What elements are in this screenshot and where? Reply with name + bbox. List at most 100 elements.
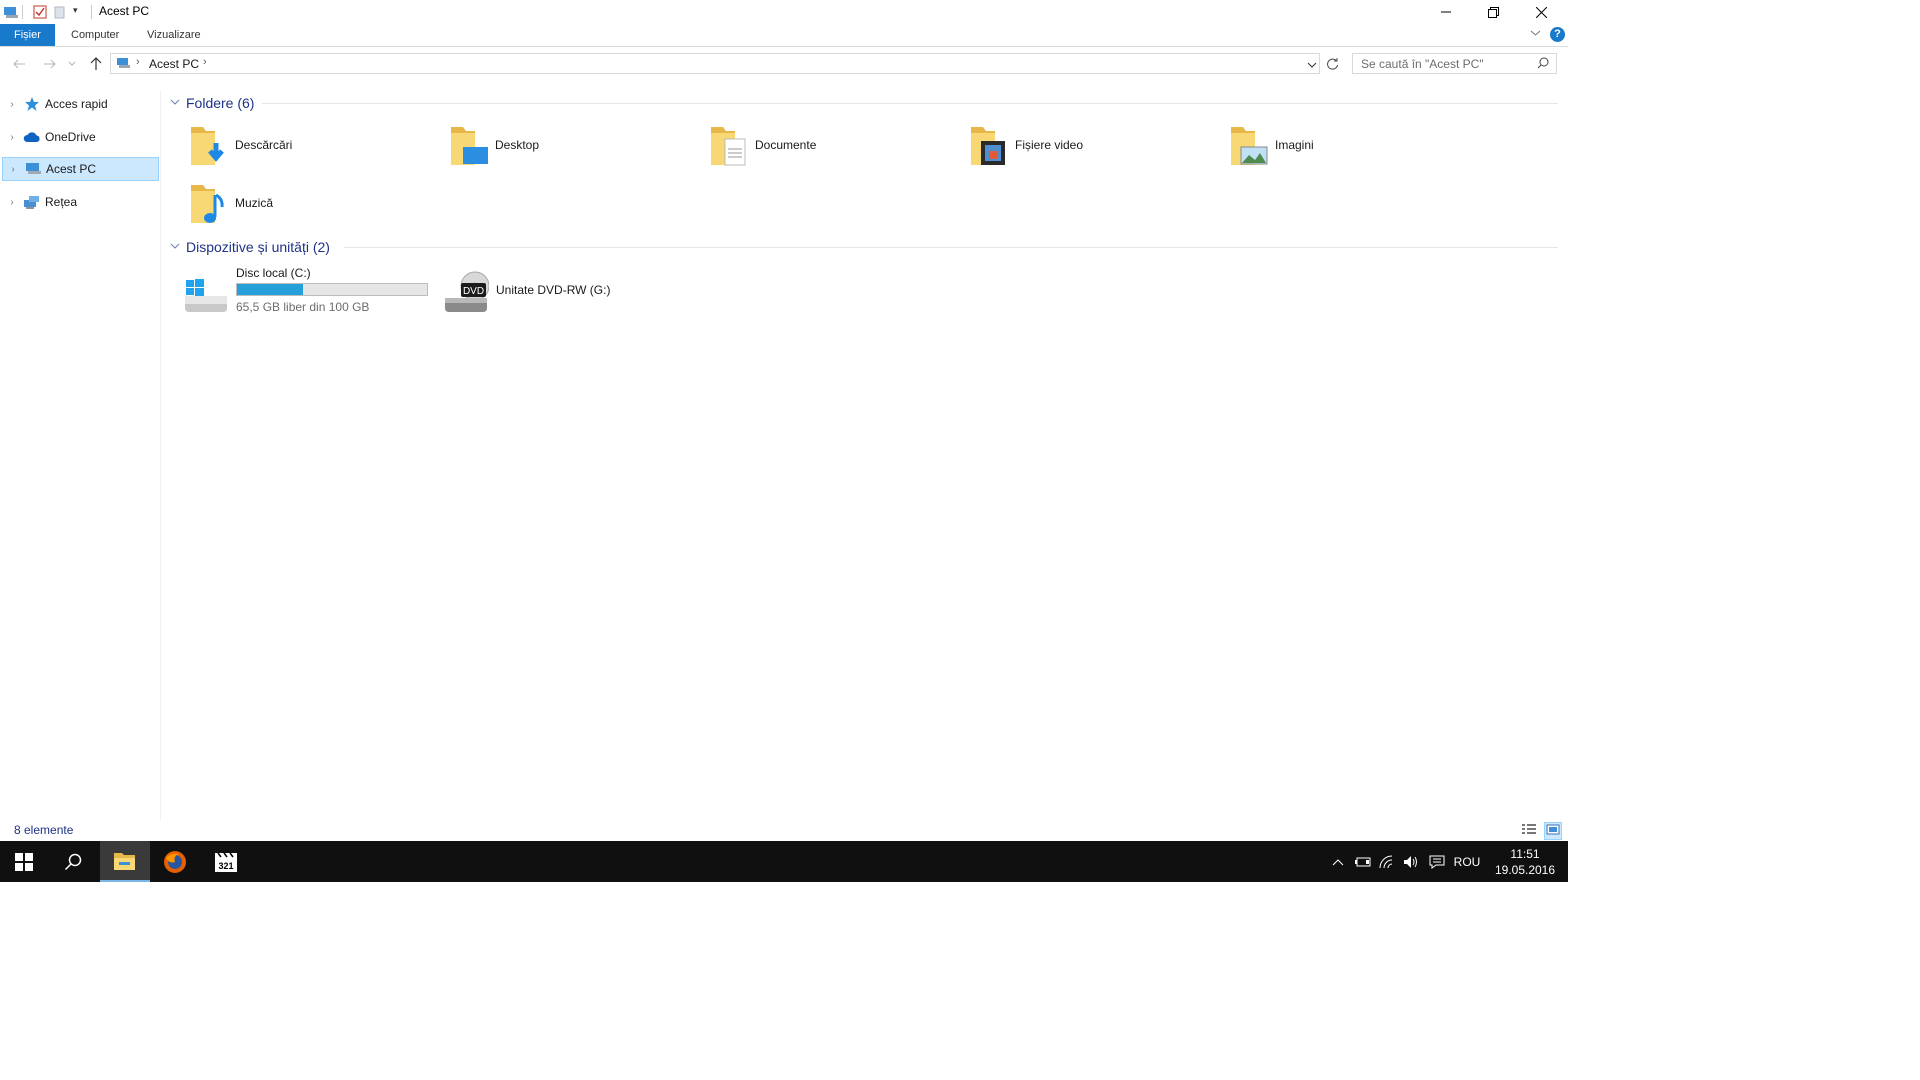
drive-details: Disc local (C:) 65,5 GB liber din 100 GB	[236, 266, 428, 314]
search-input[interactable]	[1359, 56, 1533, 72]
group-header-devices[interactable]: Dispozitive și unități (2)	[170, 237, 330, 257]
chevron-right-icon[interactable]: ›	[3, 164, 23, 175]
address-bar[interactable]: › Acest PC ›	[110, 53, 1320, 74]
drive-label: Unitate DVD-RW (G:)	[496, 283, 611, 297]
up-button[interactable]	[87, 55, 105, 73]
media-player-badge: 321	[218, 861, 233, 871]
forward-button[interactable]	[41, 55, 59, 73]
downloads-folder-icon	[189, 123, 229, 167]
network-icon	[22, 194, 42, 210]
action-center-tray-icon[interactable]	[1426, 841, 1448, 882]
recent-locations-button[interactable]	[66, 55, 78, 73]
large-icons-view-icon[interactable]	[1544, 822, 1562, 840]
pictures-folder-icon	[1229, 123, 1269, 167]
collapse-chevron-icon[interactable]	[170, 242, 184, 253]
clock-time: 11:51	[1510, 846, 1540, 861]
chevron-down-icon	[68, 61, 76, 66]
search-taskbar-button[interactable]	[49, 841, 97, 882]
minimize-button[interactable]	[1423, 0, 1469, 24]
folder-label: Fișiere video	[1015, 138, 1084, 152]
nav-item-label: Acces rapid	[45, 97, 108, 111]
show-hidden-icons-button[interactable]	[1328, 841, 1348, 882]
chevron-right-icon[interactable]: ›	[2, 99, 22, 110]
breadcrumb-separator-icon[interactable]: ›	[203, 56, 207, 68]
restore-icon	[1487, 6, 1499, 18]
search-icon	[64, 853, 82, 870]
chevron-right-icon[interactable]: ›	[2, 197, 22, 208]
windows-logo-icon	[15, 852, 33, 871]
customize-toolbar-chevron-icon[interactable]: ▾	[73, 5, 78, 19]
folder-tile-desktop[interactable]: Desktop	[449, 120, 699, 170]
nav-item-network[interactable]: › Rețea	[2, 190, 159, 214]
cloud-icon	[22, 129, 42, 145]
folder-label: Muzică	[235, 196, 274, 210]
taskbar: 321 ROU 11:51 19.05.2016	[0, 841, 1568, 882]
new-folder-quick-icon[interactable]	[54, 5, 66, 19]
folder-tile-music[interactable]: Muzică	[189, 178, 439, 228]
star-icon	[22, 96, 42, 112]
search-icon[interactable]	[1537, 57, 1549, 72]
nav-item-label: Rețea	[45, 195, 78, 209]
group-divider	[262, 103, 1558, 104]
chevron-right-icon[interactable]: ›	[2, 132, 22, 143]
close-button[interactable]	[1518, 0, 1564, 24]
media-player-taskbar-button[interactable]: 321	[202, 841, 250, 882]
drive-tile-dvd[interactable]: DVD Unitate DVD-RW (G:)	[443, 264, 693, 316]
close-icon	[1535, 6, 1547, 18]
tab-file[interactable]: Fișier	[0, 24, 55, 46]
tab-computer[interactable]: Computer	[57, 24, 133, 46]
properties-quick-icon[interactable]	[33, 5, 47, 19]
minimize-icon	[1441, 11, 1451, 13]
clock-date: 19.05.2016	[1494, 862, 1556, 877]
media-player-icon: 321	[215, 852, 237, 872]
file-explorer-icon	[114, 852, 135, 870]
folder-label: Desktop	[495, 138, 540, 152]
folder-tile-documents[interactable]: Documente	[709, 120, 959, 170]
drive-tile-c[interactable]: Disc local (C:) 65,5 GB liber din 100 GB	[183, 264, 433, 316]
folder-tile-pictures[interactable]: Imagini	[1229, 120, 1479, 170]
computer-small-icon	[116, 56, 132, 73]
drive-usage-bar	[236, 283, 428, 296]
up-arrow-icon	[90, 57, 102, 70]
expand-ribbon-chevron-icon[interactable]	[1530, 28, 1541, 40]
address-history-chevron-icon[interactable]	[1307, 58, 1317, 72]
tab-view[interactable]: Vizualizare	[133, 24, 215, 46]
search-box[interactable]	[1352, 53, 1557, 74]
refresh-button[interactable]	[1322, 53, 1342, 74]
collapse-chevron-icon[interactable]	[170, 98, 184, 109]
nav-item-this-pc[interactable]: › Acest PC	[2, 157, 159, 181]
music-folder-icon	[189, 181, 229, 225]
firefox-taskbar-button[interactable]	[151, 841, 199, 882]
volume-tray-icon[interactable]	[1400, 841, 1422, 882]
breadcrumb-this-pc[interactable]: Acest PC	[149, 57, 199, 71]
folder-tile-downloads[interactable]: Descărcări	[189, 120, 439, 170]
nav-item-label: OneDrive	[45, 130, 96, 144]
drive-usage-fill	[237, 284, 303, 295]
back-arrow-icon	[13, 59, 25, 69]
dvd-badge-text: DVD	[463, 286, 484, 297]
file-explorer-taskbar-button[interactable]	[100, 841, 150, 882]
navigation-pane: › Acces rapid › OneDrive › Acest PC › Re…	[0, 90, 161, 820]
nav-item-onedrive[interactable]: › OneDrive	[2, 125, 159, 149]
breadcrumb-separator-icon[interactable]: ›	[136, 56, 140, 68]
clock[interactable]: 11:51 19.05.2016	[1490, 841, 1560, 882]
forward-arrow-icon	[44, 59, 56, 69]
refresh-icon	[1326, 58, 1338, 70]
firefox-icon	[164, 850, 186, 873]
start-button[interactable]	[0, 841, 48, 882]
documents-folder-icon	[709, 123, 749, 167]
folder-label: Descărcări	[235, 138, 293, 152]
group-title: Foldere (6)	[186, 95, 255, 111]
battery-tray-icon[interactable]	[1352, 841, 1372, 882]
group-header-folders[interactable]: Foldere (6)	[170, 93, 254, 113]
details-view-icon[interactable]	[1521, 823, 1537, 839]
nav-item-quick-access[interactable]: › Acces rapid	[2, 92, 159, 116]
input-language-indicator[interactable]: ROU	[1452, 841, 1482, 882]
folder-tile-videos[interactable]: Fișiere video	[969, 120, 1219, 170]
help-icon[interactable]: ?	[1550, 27, 1565, 42]
restore-button[interactable]	[1470, 0, 1516, 24]
drive-free-space: 65,5 GB liber din 100 GB	[236, 300, 370, 314]
back-button[interactable]	[10, 55, 28, 73]
videos-folder-icon	[969, 123, 1009, 167]
network-tray-icon[interactable]	[1376, 841, 1398, 882]
